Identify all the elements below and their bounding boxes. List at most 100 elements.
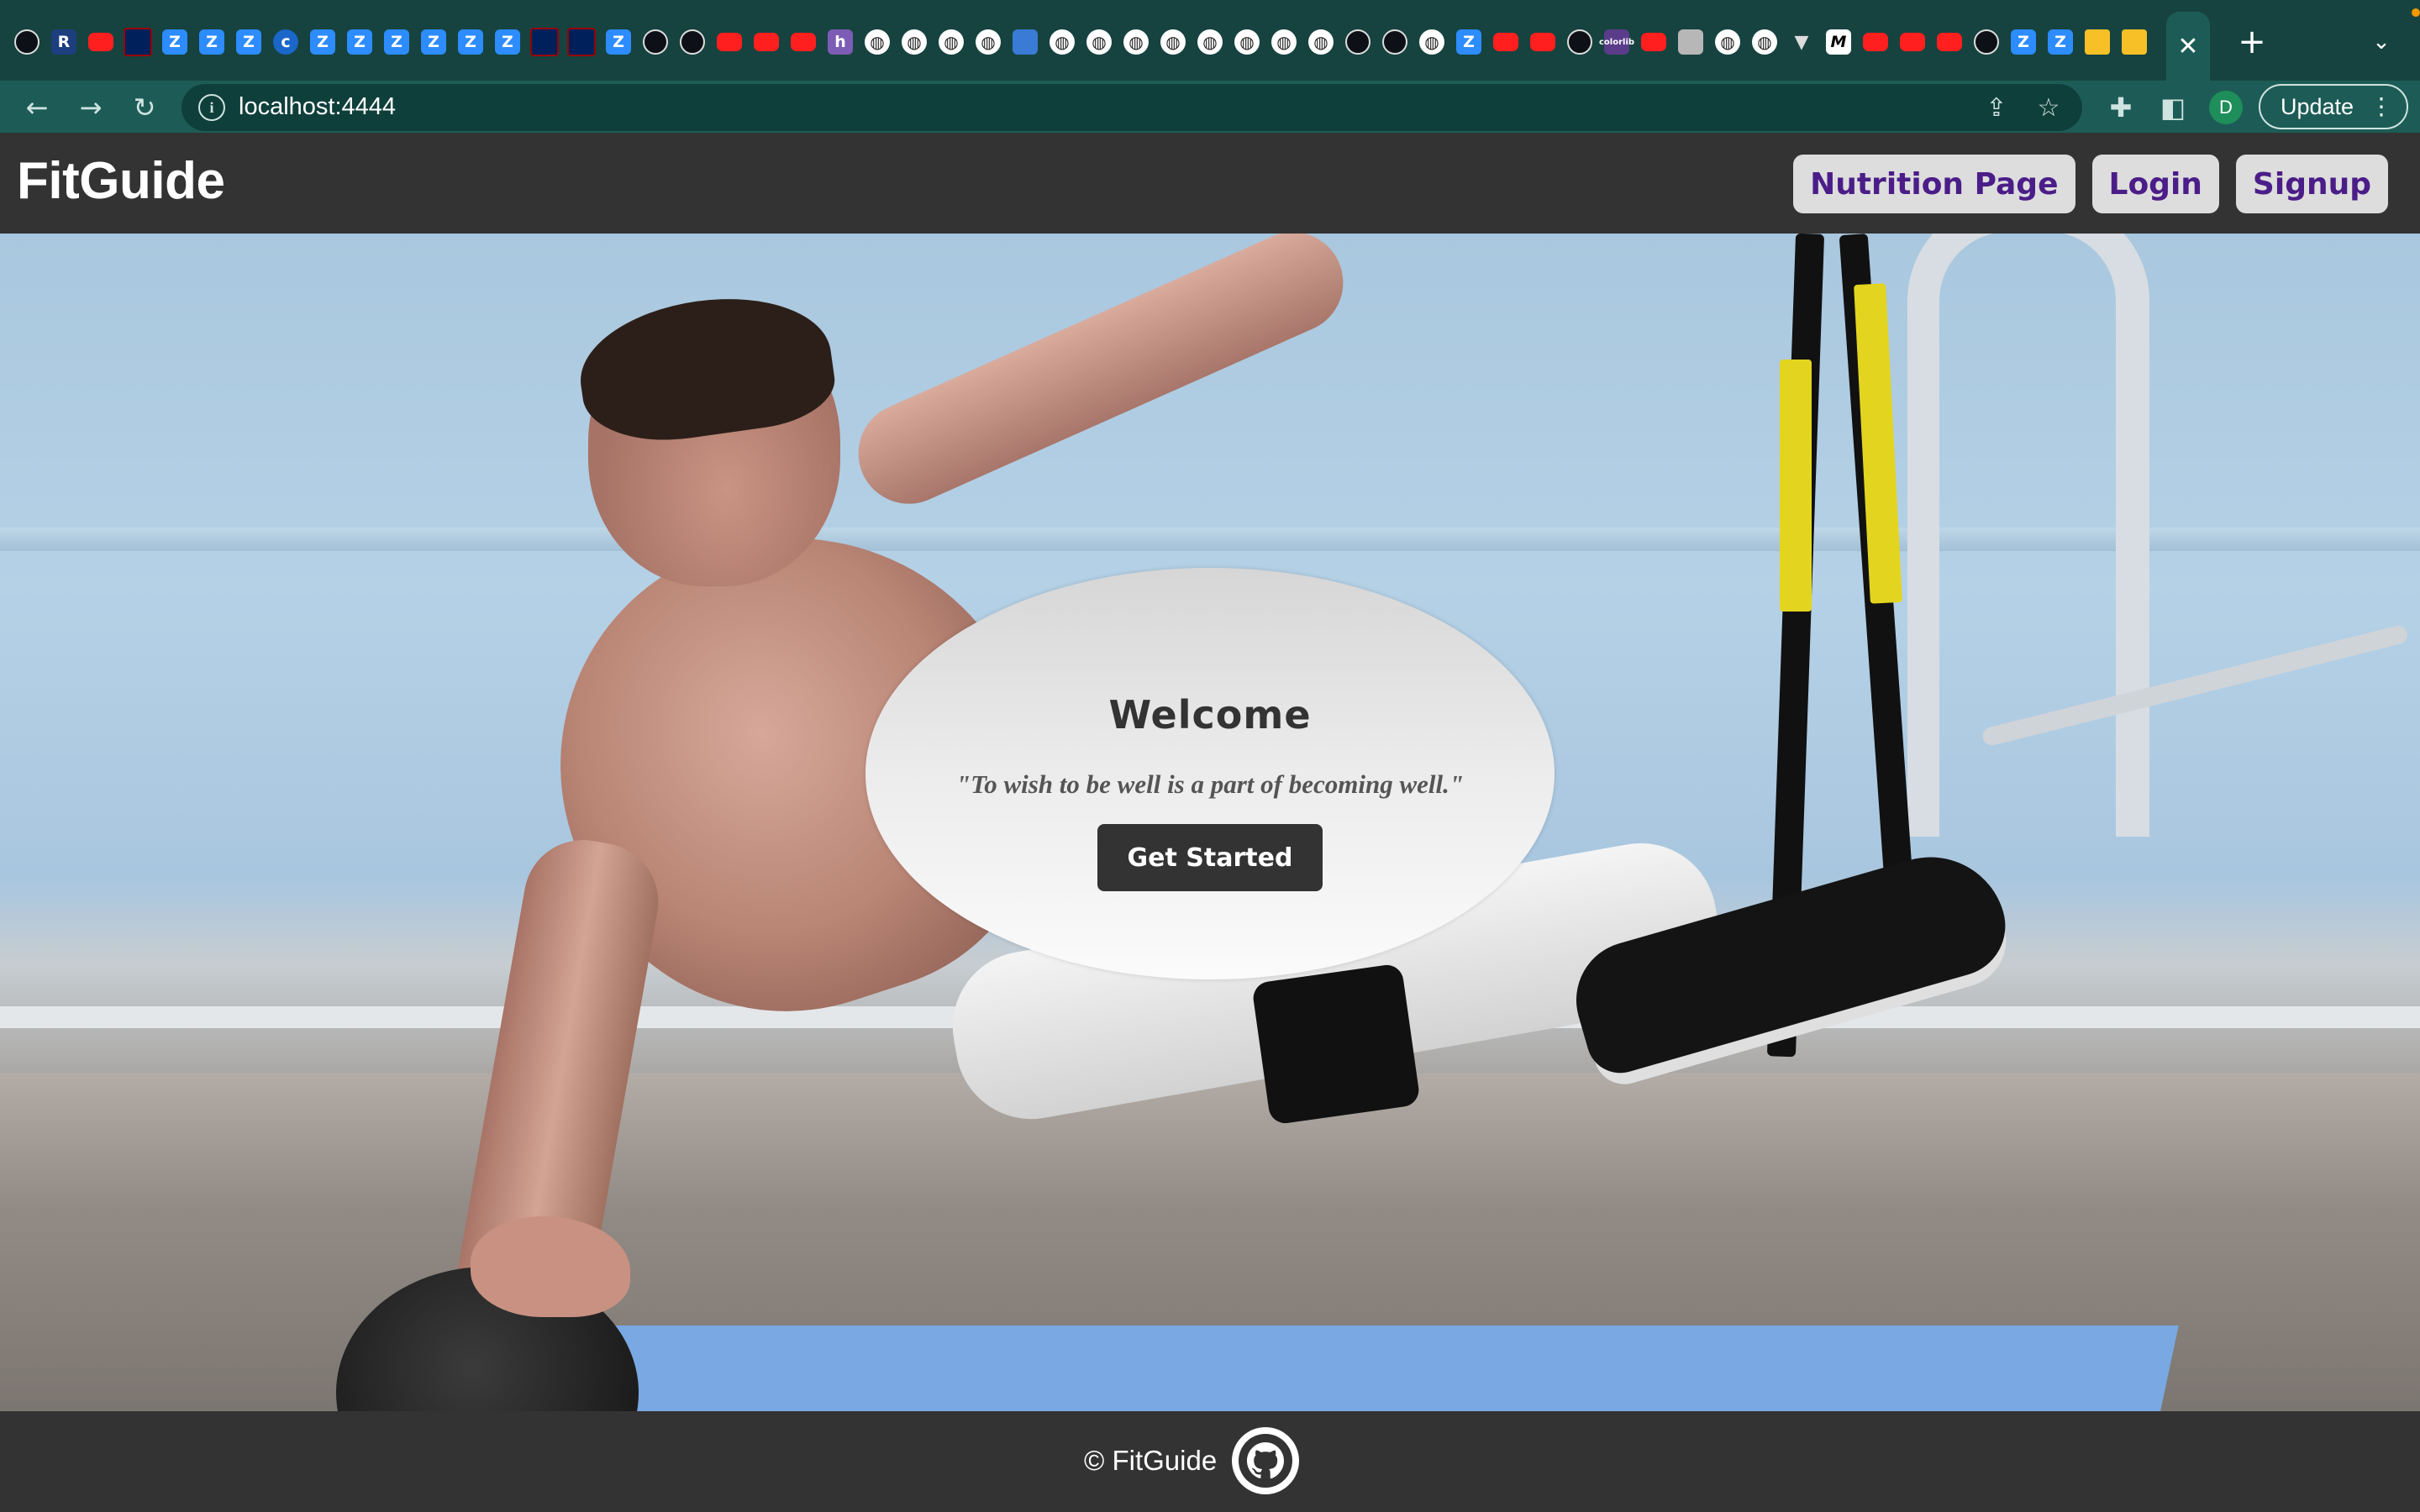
extensions-button[interactable]: ✚ <box>2099 86 2143 129</box>
browser-tab[interactable] <box>1857 22 1894 62</box>
browser-tab[interactable] <box>378 22 415 62</box>
github-icon <box>643 29 668 55</box>
browser-tab[interactable] <box>1376 22 1413 62</box>
browser-tab[interactable] <box>193 22 230 62</box>
browser-tab[interactable] <box>1783 22 1820 62</box>
browser-tab[interactable] <box>1635 22 1672 62</box>
browser-tab[interactable] <box>1339 22 1376 62</box>
browser-tab[interactable] <box>230 22 267 62</box>
browser-tab[interactable] <box>970 22 1007 62</box>
bookmark-star-icon[interactable]: ☆ <box>2030 89 2067 126</box>
url-text[interactable]: localhost:4444 <box>239 93 396 121</box>
browser-tab[interactable] <box>896 22 933 62</box>
browser-tab[interactable] <box>341 22 378 62</box>
login-button[interactable]: Login <box>2091 155 2219 213</box>
browser-tab[interactable] <box>1561 22 1598 62</box>
browser-tab[interactable] <box>119 22 156 62</box>
browser-tab[interactable] <box>1672 22 1709 62</box>
browser-tab[interactable] <box>1228 22 1265 62</box>
browser-tab[interactable] <box>748 22 785 62</box>
m-icon <box>1826 29 1851 55</box>
nutrition-page-button[interactable]: Nutrition Page <box>1793 155 2075 213</box>
browser-tab[interactable] <box>1968 22 2005 62</box>
browser-tab[interactable] <box>1081 22 1118 62</box>
browser-tab[interactable] <box>2005 22 2042 62</box>
arrow-right-icon: → <box>79 92 103 123</box>
wall-arch <box>1907 234 2149 837</box>
globe-icon <box>1271 29 1297 55</box>
browser-tab[interactable] <box>637 22 674 62</box>
globe-icon <box>1123 29 1149 55</box>
app-footer: © FitGuide <box>0 1411 2420 1512</box>
browser-tab[interactable] <box>1007 22 1044 62</box>
browser-tab[interactable] <box>1746 22 1783 62</box>
browser-tab[interactable] <box>1598 22 1635 62</box>
active-tab[interactable]: ✕ <box>2166 12 2210 81</box>
browser-tab[interactable] <box>1155 22 1192 62</box>
reload-icon: ↻ <box>133 92 156 123</box>
browser-tab[interactable] <box>1450 22 1487 62</box>
browser-tab[interactable] <box>489 22 526 62</box>
globe-icon <box>1752 29 1777 55</box>
penn-icon <box>530 28 559 56</box>
browser-tab[interactable] <box>82 22 119 62</box>
browser-tab-strip: ✕ + ⌄ <box>0 0 2420 81</box>
browser-tab[interactable] <box>415 22 452 62</box>
browser-tab[interactable] <box>156 22 193 62</box>
youtube-icon <box>1493 33 1518 51</box>
brand-logo[interactable]: FitGuide <box>17 151 225 211</box>
more-menu-icon[interactable]: ⋮ <box>2370 92 2393 120</box>
penn-icon <box>567 28 596 56</box>
share-icon[interactable]: ⇪ <box>1978 89 2015 126</box>
browser-tab[interactable] <box>1044 22 1081 62</box>
browser-tab[interactable] <box>2116 22 2153 62</box>
site-info-icon[interactable]: i <box>198 94 225 121</box>
browser-tab[interactable] <box>1302 22 1339 62</box>
browser-tab[interactable] <box>1118 22 1155 62</box>
signup-button[interactable]: Signup <box>2235 155 2388 213</box>
browser-tab[interactable] <box>859 22 896 62</box>
side-panel-button[interactable]: ◧ <box>2151 86 2195 129</box>
browser-tab[interactable] <box>1265 22 1302 62</box>
github-icon <box>1382 29 1407 55</box>
browser-tab[interactable] <box>8 22 45 62</box>
browser-tab[interactable] <box>1487 22 1524 62</box>
browser-tab[interactable] <box>1820 22 1857 62</box>
browser-tab[interactable] <box>45 22 82 62</box>
browser-tab[interactable] <box>2042 22 2079 62</box>
chrome-icon <box>1419 29 1444 55</box>
address-bar[interactable]: i localhost:4444 ⇪ ☆ <box>182 84 2082 131</box>
browser-tab[interactable] <box>1931 22 1968 62</box>
back-button[interactable]: ← <box>15 86 59 129</box>
browser-tab[interactable] <box>1894 22 1931 62</box>
browser-tab[interactable] <box>711 22 748 62</box>
reload-button[interactable]: ↻ <box>123 86 166 129</box>
browser-tab[interactable] <box>304 22 341 62</box>
browser-tab[interactable] <box>600 22 637 62</box>
profile-avatar[interactable]: D <box>2209 91 2243 124</box>
slides-icon <box>2085 29 2110 55</box>
browser-tab[interactable] <box>674 22 711 62</box>
update-button[interactable]: Update ⋮ <box>2259 84 2408 129</box>
forward-button[interactable]: → <box>69 86 113 129</box>
browser-tab[interactable] <box>526 22 563 62</box>
github-link[interactable] <box>1232 1427 1299 1494</box>
browser-tab[interactable] <box>933 22 970 62</box>
youtube-icon <box>1937 33 1962 51</box>
browser-tab[interactable] <box>1709 22 1746 62</box>
close-tab-icon[interactable]: ✕ <box>2177 32 2198 61</box>
browser-tab[interactable] <box>452 22 489 62</box>
tab-search-button[interactable]: ⌄ <box>2361 22 2402 62</box>
browser-tab[interactable] <box>822 22 859 62</box>
browser-tab[interactable] <box>563 22 600 62</box>
browser-tab[interactable] <box>267 22 304 62</box>
new-tab-button[interactable]: + <box>2232 22 2272 62</box>
browser-tab[interactable] <box>785 22 822 62</box>
github-icon <box>14 29 39 55</box>
browser-tab[interactable] <box>1192 22 1228 62</box>
browser-tab[interactable] <box>1524 22 1561 62</box>
get-started-button[interactable]: Get Started <box>1097 824 1323 891</box>
browser-tab[interactable] <box>2079 22 2116 62</box>
browser-tab[interactable] <box>1413 22 1450 62</box>
zoom-icon <box>310 29 335 55</box>
